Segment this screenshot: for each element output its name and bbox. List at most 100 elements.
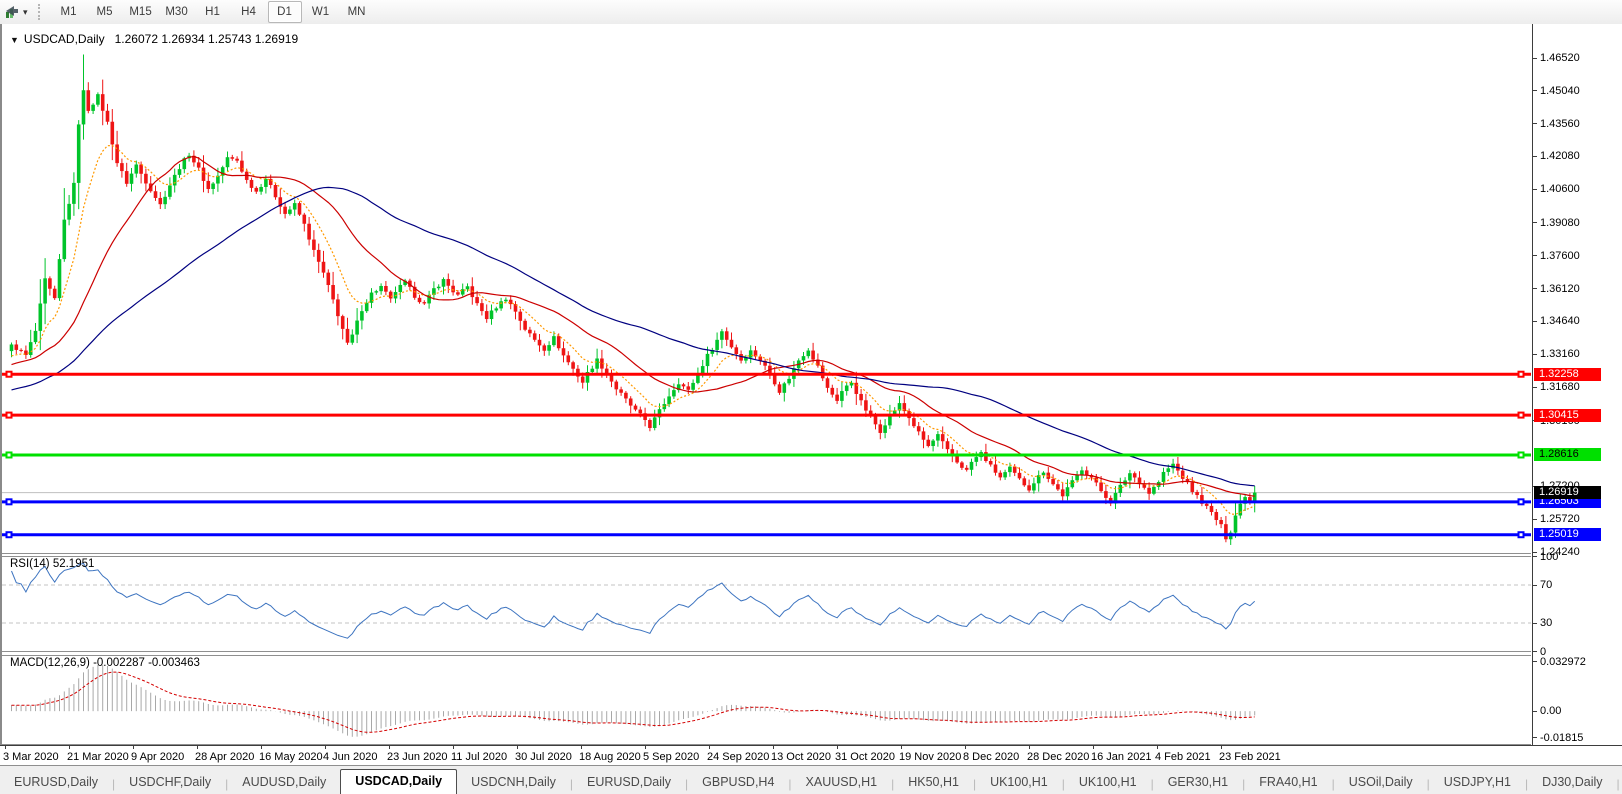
price-tick-label: 1.43560 [1540,118,1580,130]
rsi-tick-dash [1533,585,1537,586]
date-tick-dash [837,746,838,749]
price-tick-label: 1.34640 [1540,315,1580,327]
price-tick-dash [1533,123,1537,124]
timeframe-button-m15[interactable]: M15 [124,1,158,23]
date-tick-label: 16 Jan 2021 [1091,751,1152,763]
tab-hk50-h1[interactable]: HK50,H1 [894,771,973,793]
macd-label: MACD(12,26,9) -0.002287 -0.003463 [10,657,200,669]
price-tick-dash [1533,58,1537,59]
date-tick-label: 23 Feb 2021 [1219,751,1281,763]
date-tick-dash [901,746,902,749]
timeframe-button-m30[interactable]: M30 [160,1,194,23]
rsi-tick-label: 70 [1540,579,1552,591]
price-tick-dash [1533,552,1537,553]
timeframe-button-d1[interactable]: D1 [268,1,302,23]
date-tick-label: 5 Sep 2020 [643,751,699,763]
tab-dj30-daily[interactable]: DJ30,Daily [1528,771,1616,793]
chart-tab-list: EURUSD,Daily|USDCHF,Daily|AUDUSD,DailyUS… [0,769,1622,794]
date-tick-dash [773,746,774,749]
price-tick-label: 1.36120 [1540,283,1580,295]
timeframe-button-m5[interactable]: M5 [88,1,122,23]
macd-tick-dash [1533,711,1537,712]
rsi-tick-label: 100 [1540,551,1558,563]
tab-xauusd-h1[interactable]: XAUUSD,H1 [792,771,892,793]
date-tick-label: 8 Dec 2020 [963,751,1019,763]
date-tick-dash [709,746,710,749]
line-price-label: 1.30415 [1534,409,1601,422]
date-tick-dash [517,746,518,749]
date-tick-label: 11 Jul 2020 [451,751,507,763]
date-tick-label: 3 Mar 2020 [3,751,59,763]
tab-ger30-h1[interactable]: GER30,H1 [1154,771,1242,793]
price-tick-dash [1533,90,1537,91]
date-tick-dash [133,746,134,749]
date-tick-dash [1029,746,1030,749]
tab-usoil-daily[interactable]: USOil,Daily [1335,771,1427,793]
price-tick-dash [1533,222,1537,223]
tab-gbpusd-h4[interactable]: GBPUSD,H4 [688,771,788,793]
date-tick-dash [69,746,70,749]
price-tick-dash [1533,156,1537,157]
line-price-label: 1.25019 [1534,528,1601,541]
toolbar-grip[interactable] [38,4,45,20]
tab-fra40-h1[interactable]: FRA40,H1 [1245,771,1331,793]
chart-tool-icon-glyph [4,4,20,20]
price-tick-dash [1533,387,1537,388]
date-tick-label: 13 Oct 2020 [771,751,831,763]
date-tick-label: 16 May 2020 [259,751,323,763]
price-axis[interactable]: 1.465201.450401.435601.420801.406001.390… [1532,24,1622,745]
date-tick-dash [965,746,966,749]
date-tick-dash [453,746,454,749]
macd-tick-dash [1533,661,1537,662]
date-tick-label: 28 Dec 2020 [1027,751,1089,763]
chart-canvas[interactable] [2,33,1532,745]
chart-tool-icon[interactable] [3,3,21,21]
macd-tick-dash [1533,737,1537,738]
chevron-down-icon[interactable]: ▾ [23,7,28,18]
price-tick-label: 1.37600 [1540,250,1580,262]
price-tick-label: 1.25720 [1540,513,1580,525]
date-tick-label: 30 Jul 2020 [515,751,572,763]
rsi-tick-dash [1533,651,1537,652]
date-tick-dash [5,746,6,749]
tab-usdchf-daily[interactable]: USDCHF,Daily [115,771,225,793]
line-price-label: 1.32258 [1534,368,1601,381]
timeframe-button-mn[interactable]: MN [340,1,374,23]
tab-uk100-h1[interactable]: UK100,H1 [976,771,1062,793]
macd-tick-label: 0.032972 [1540,656,1586,668]
timeframe-button-m1[interactable]: M1 [52,1,86,23]
date-tick-dash [1221,746,1222,749]
tab-eurusd-daily[interactable]: EURUSD,Daily [0,771,112,793]
tab-usdcnh-daily[interactable]: USDCNH,Daily [457,771,570,793]
timeframe-button-h4[interactable]: H4 [232,1,266,23]
tab-uk100-h1[interactable]: UK100,H1 [1065,771,1151,793]
price-tick-dash [1533,288,1537,289]
date-tick-label: 24 Sep 2020 [707,751,769,763]
tab-eurusd-daily[interactable]: EURUSD,Daily [573,771,685,793]
chart-window[interactable]: ▼USDCAD,Daily1.26072 1.26934 1.25743 1.2… [0,24,1622,765]
macd-tick-label: 0.00 [1540,705,1561,717]
date-axis[interactable]: 3 Mar 202021 Mar 20209 Apr 202028 Apr 20… [0,745,1622,766]
date-tick-label: 18 Aug 2020 [579,751,641,763]
price-tick-dash [1533,519,1537,520]
price-tick-label: 1.33160 [1540,348,1580,360]
timeframe-button-w1[interactable]: W1 [304,1,338,23]
date-tick-dash [197,746,198,749]
tab-audusd-daily[interactable]: AUDUSD,Daily [228,771,340,793]
rsi-tick-label: 30 [1540,617,1552,629]
macd-tick-label: -0.01815 [1540,732,1583,744]
timeframe-button-h1[interactable]: H1 [196,1,230,23]
tab-usdcad-daily[interactable]: USDCAD,Daily [340,769,457,794]
price-tick-dash [1533,321,1537,322]
date-tick-dash [389,746,390,749]
date-tick-dash [325,746,326,749]
chart-tabs-bar: EURUSD,Daily|USDCHF,Daily|AUDUSD,DailyUS… [0,765,1622,794]
timeframe-buttons: M1M5M15M30H1H4D1W1MN [51,1,375,23]
price-tick-label: 1.39080 [1540,217,1580,229]
tab-usdjpy-h1[interactable]: USDJPY,H1 [1430,771,1525,793]
date-tick-label: 4 Jun 2020 [323,751,377,763]
current-price-price-label: 1.26919 [1534,486,1601,499]
rsi-label: RSI(14) 52.1951 [10,558,94,570]
rsi-tick-dash [1533,623,1537,624]
timeframe-toolbar: ▾ M1M5M15M30H1H4D1W1MN [0,0,1622,25]
